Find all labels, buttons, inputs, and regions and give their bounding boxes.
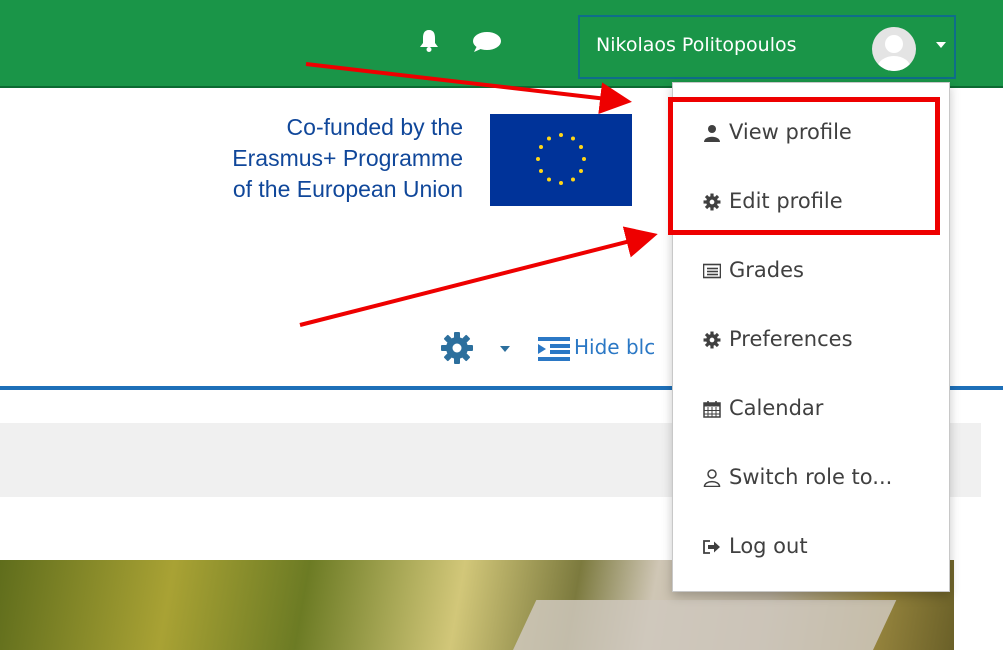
annotation-arrows xyxy=(299,62,658,327)
annotation-arrow xyxy=(299,226,658,327)
annotation-arrow xyxy=(305,62,632,115)
